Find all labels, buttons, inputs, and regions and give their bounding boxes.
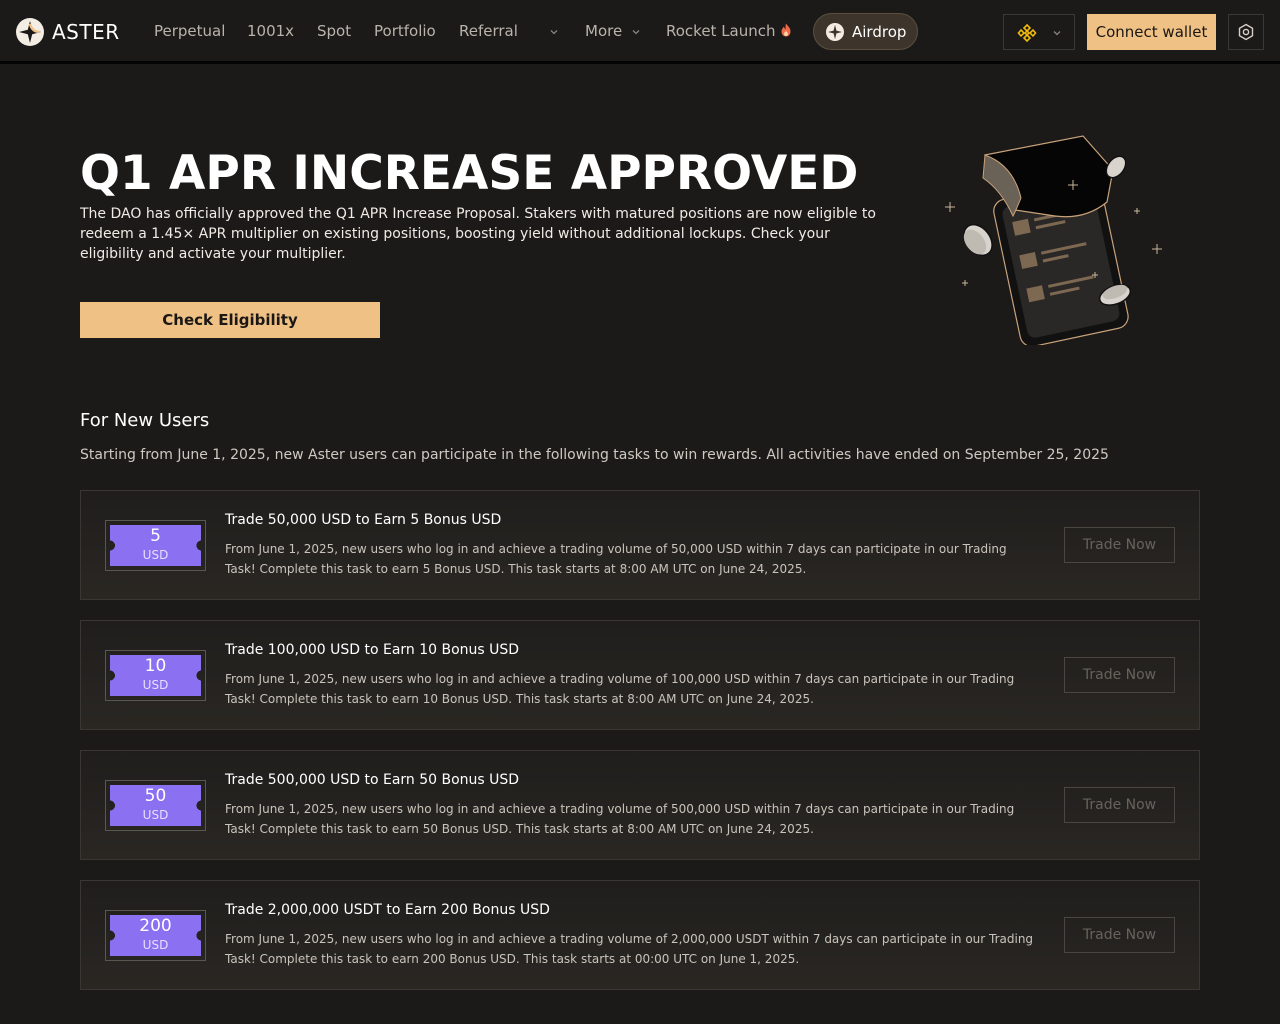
ticket-body: 200 USD	[110, 915, 201, 956]
chain-selector[interactable]	[1003, 14, 1075, 50]
ticket-amount: 10	[144, 656, 167, 676]
nav-spot[interactable]: Spot	[317, 22, 351, 40]
chevron-down-icon[interactable]	[548, 26, 560, 38]
trade-now-button[interactable]: Trade Now	[1064, 917, 1175, 953]
ticket-body: 5 USD	[110, 525, 201, 566]
nav-referral[interactable]: Referral	[459, 22, 518, 40]
top-nav: ASTER Perpetual 1001x Spot Portfolio Ref…	[0, 0, 1280, 64]
task-card: 50 USD Trade 500,000 USD to Earn 50 Bonu…	[80, 750, 1200, 860]
settings-icon	[1238, 23, 1254, 41]
ticket-unit: USD	[142, 678, 169, 692]
check-eligibility-button[interactable]: Check Eligibility	[80, 302, 380, 338]
task-description: From June 1, 2025, new users who log in …	[225, 932, 1034, 966]
reward-ticket: 50 USD	[105, 780, 206, 831]
hero-description: The DAO has officially approved the Q1 A…	[80, 206, 876, 262]
reward-ticket: 5 USD	[105, 520, 206, 571]
ticket-body: 50 USD	[110, 785, 201, 826]
ticket-unit: USD	[142, 808, 169, 822]
chevron-down-icon	[632, 30, 640, 35]
logo[interactable]: ASTER	[16, 18, 120, 46]
nav-perpetual[interactable]: Perpetual	[154, 22, 225, 40]
bnb-chain-icon	[1017, 23, 1037, 43]
ticket-amount: 5	[150, 526, 161, 546]
ticket-amount: 200	[139, 916, 172, 936]
phone-coins-illustration	[945, 135, 1162, 345]
reward-ticket: 200 USD	[105, 910, 206, 961]
trade-now-button[interactable]: Trade Now	[1064, 787, 1175, 823]
ticket-amount: 50	[144, 786, 167, 806]
chevron-down-icon	[1053, 31, 1061, 36]
logo-text: ASTER	[52, 20, 120, 44]
trade-now-button[interactable]: Trade Now	[1064, 657, 1175, 693]
ticket-unit: USD	[142, 548, 169, 562]
ticket-body: 10 USD	[110, 655, 201, 696]
airdrop-label: Airdrop	[852, 22, 907, 41]
task-card: 5 USD Trade 50,000 USD to Earn 5 Bonus U…	[80, 490, 1200, 600]
section-description: Starting from June 1, 2025, new Aster us…	[80, 447, 1109, 463]
connect-wallet-button[interactable]: Connect wallet	[1087, 14, 1216, 50]
task-card: 200 USD Trade 2,000,000 USDT to Earn 200…	[80, 880, 1200, 990]
nav-rocket-launch[interactable]: Rocket Launch	[666, 22, 792, 40]
nav-portfolio[interactable]: Portfolio	[374, 22, 436, 40]
reward-ticket: 10 USD	[105, 650, 206, 701]
task-title: Trade 2,000,000 USDT to Earn 200 Bonus U…	[225, 902, 550, 918]
task-description: From June 1, 2025, new users who log in …	[225, 802, 1015, 836]
aster-logo-icon	[16, 18, 44, 46]
task-title: Trade 50,000 USD to Earn 5 Bonus USD	[225, 512, 502, 528]
nav-more[interactable]: More	[585, 22, 622, 40]
settings-button[interactable]	[1228, 14, 1264, 50]
ticket-unit: USD	[142, 938, 169, 952]
airdrop-button[interactable]: Airdrop	[813, 13, 918, 50]
task-title: Trade 100,000 USD to Earn 10 Bonus USD	[225, 642, 520, 658]
task-title: Trade 500,000 USD to Earn 50 Bonus USD	[225, 772, 520, 788]
section-title: For New Users	[80, 410, 210, 431]
task-card: 10 USD Trade 100,000 USD to Earn 10 Bonu…	[80, 620, 1200, 730]
nav-rocket-launch-label: Rocket Launch	[666, 22, 776, 40]
trade-now-button[interactable]: Trade Now	[1064, 527, 1175, 563]
hero-title: Q1 APR INCREASE APPROVED	[80, 146, 859, 201]
aster-logo-icon	[826, 22, 844, 41]
task-description: From June 1, 2025, new users who log in …	[225, 672, 1015, 706]
task-description: From June 1, 2025, new users who log in …	[225, 542, 1007, 576]
fire-icon	[781, 23, 791, 37]
nav-1001x[interactable]: 1001x	[247, 22, 294, 40]
